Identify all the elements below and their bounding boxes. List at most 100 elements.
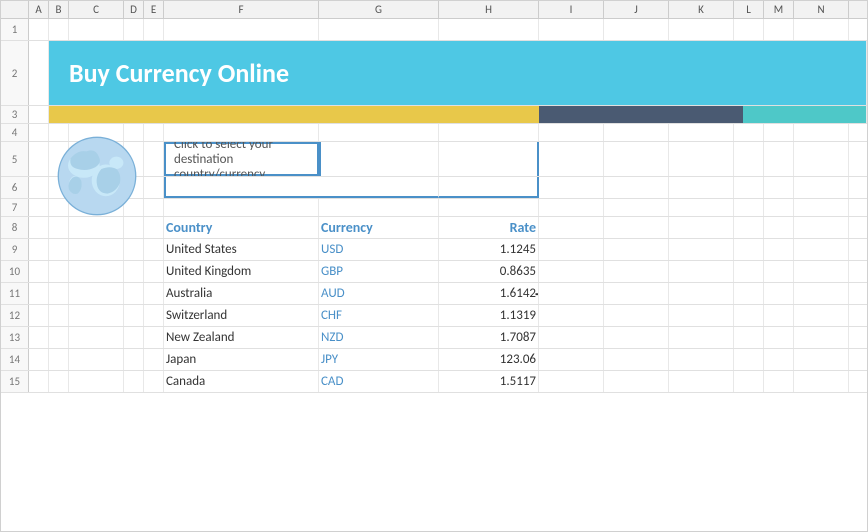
rate-cell-14[interactable]: 123.06 (439, 349, 539, 370)
cell-l4[interactable] (734, 124, 764, 141)
cell-l7[interactable] (734, 199, 764, 216)
cell-k12[interactable] (669, 305, 734, 326)
col-header-g[interactable]: G (319, 1, 439, 18)
country-cell-11[interactable]: Australia (164, 283, 319, 304)
cell-f6-select-bottom[interactable] (164, 177, 319, 198)
cell-k11[interactable] (669, 283, 734, 304)
cell-m7[interactable] (764, 199, 794, 216)
cell-f5-select[interactable]: Click to select your destination country… (164, 142, 319, 176)
cell-n1[interactable] (794, 19, 849, 40)
cell-a15[interactable] (29, 371, 49, 392)
cell-a14[interactable] (29, 349, 49, 370)
cell-j14[interactable] (604, 349, 669, 370)
cell-m10[interactable] (764, 261, 794, 282)
cell-l11[interactable] (734, 283, 764, 304)
rate-cell-15[interactable]: 1.5117 (439, 371, 539, 392)
cell-g1[interactable] (319, 19, 439, 40)
cell-i7[interactable] (539, 199, 604, 216)
cell-k4[interactable] (669, 124, 734, 141)
cell-j7[interactable] (604, 199, 669, 216)
currency-cell-14[interactable]: JPY (319, 349, 439, 370)
cell-m8[interactable] (764, 217, 794, 238)
cell-l1[interactable] (734, 19, 764, 40)
cell-j12[interactable] (604, 305, 669, 326)
cell-a3[interactable] (29, 106, 49, 123)
country-cell-13[interactable]: New Zealand (164, 327, 319, 348)
rate-cell-13[interactable]: 1.7087 (439, 327, 539, 348)
country-cell-15[interactable]: Canada (164, 371, 319, 392)
cell-l5[interactable] (734, 142, 764, 176)
cell-e1[interactable] (144, 19, 164, 40)
cell-i10[interactable] (539, 261, 604, 282)
col-header-c[interactable]: C (69, 1, 124, 18)
cell-h4[interactable] (439, 124, 539, 141)
col-header-k[interactable]: K (669, 1, 734, 18)
country-cell-12[interactable]: Switzerland (164, 305, 319, 326)
cell-a5[interactable] (29, 142, 49, 176)
cell-i14[interactable] (539, 349, 604, 370)
cell-n4[interactable] (794, 124, 849, 141)
cell-k1[interactable] (669, 19, 734, 40)
rate-cell-9[interactable]: 1.1245 (439, 239, 539, 260)
cell-i6[interactable] (539, 177, 604, 198)
cell-m6[interactable] (764, 177, 794, 198)
cell-l14[interactable] (734, 349, 764, 370)
cell-i8[interactable] (539, 217, 604, 238)
cell-a10[interactable] (29, 261, 49, 282)
cell-i13[interactable] (539, 327, 604, 348)
cell-i9[interactable] (539, 239, 604, 260)
currency-cell-9[interactable]: USD (319, 239, 439, 260)
cell-l15[interactable] (734, 371, 764, 392)
rate-cell-10[interactable]: 0.8635 (439, 261, 539, 282)
cell-k15[interactable] (669, 371, 734, 392)
currency-cell-13[interactable]: NZD (319, 327, 439, 348)
cell-n11[interactable] (794, 283, 849, 304)
cell-m4[interactable] (764, 124, 794, 141)
cell-k10[interactable] (669, 261, 734, 282)
col-header-f[interactable]: F (164, 1, 319, 18)
currency-cell-15[interactable]: CAD (319, 371, 439, 392)
cell-i15[interactable] (539, 371, 604, 392)
currency-cell-10[interactable]: GBP (319, 261, 439, 282)
cell-i5[interactable] (539, 142, 604, 176)
cell-n14[interactable] (794, 349, 849, 370)
cell-j4[interactable] (604, 124, 669, 141)
cell-j6[interactable] (604, 177, 669, 198)
cell-k14[interactable] (669, 349, 734, 370)
rate-cell-11[interactable]: 1.6142 ✛ (439, 283, 539, 304)
cell-i11[interactable] (539, 283, 604, 304)
cell-j1[interactable] (604, 19, 669, 40)
cell-a12[interactable] (29, 305, 49, 326)
cell-m11[interactable] (764, 283, 794, 304)
cell-f7[interactable] (164, 199, 319, 216)
cell-j15[interactable] (604, 371, 669, 392)
country-cell-10[interactable]: United Kingdom (164, 261, 319, 282)
col-header-d[interactable]: D (124, 1, 144, 18)
cell-c1[interactable] (69, 19, 124, 40)
cell-m12[interactable] (764, 305, 794, 326)
cell-n13[interactable] (794, 327, 849, 348)
cell-d1[interactable] (124, 19, 144, 40)
cell-l12[interactable] (734, 305, 764, 326)
cell-f4[interactable] (164, 124, 319, 141)
cell-n7[interactable] (794, 199, 849, 216)
cell-m15[interactable] (764, 371, 794, 392)
cell-l9[interactable] (734, 239, 764, 260)
col-header-e[interactable]: E (144, 1, 164, 18)
cell-g5[interactable] (319, 142, 439, 176)
cell-g4[interactable] (319, 124, 439, 141)
cell-m9[interactable] (764, 239, 794, 260)
cell-e4[interactable] (144, 124, 164, 141)
col-header-b[interactable]: B (49, 1, 69, 18)
cell-j13[interactable] (604, 327, 669, 348)
cell-k13[interactable] (669, 327, 734, 348)
cell-k5[interactable] (669, 142, 734, 176)
cell-j8[interactable] (604, 217, 669, 238)
cell-a8[interactable] (29, 217, 49, 238)
cell-n15[interactable] (794, 371, 849, 392)
cell-h7[interactable] (439, 199, 539, 216)
currency-cell-11[interactable]: AUD (319, 283, 439, 304)
cell-j10[interactable] (604, 261, 669, 282)
cell-j11[interactable] (604, 283, 669, 304)
cell-i1[interactable] (539, 19, 604, 40)
